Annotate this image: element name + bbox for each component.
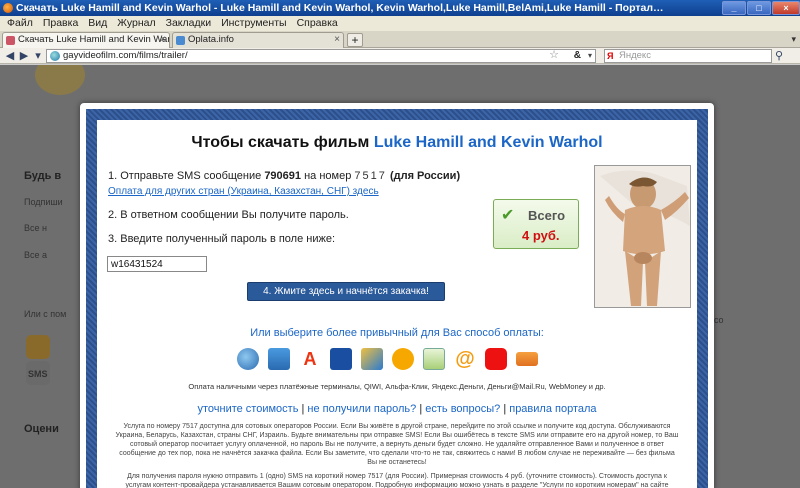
password-input[interactable] <box>107 256 207 272</box>
menu-help[interactable]: Справка <box>292 16 343 31</box>
sidebar-text: Или с пом <box>24 309 67 319</box>
favicon-icon <box>176 36 185 45</box>
dropdown-icon[interactable]: ▾ <box>31 49 45 63</box>
site-identity-icon[interactable] <box>50 51 60 61</box>
close-button[interactable]: × <box>772 1 800 15</box>
sidebar-text: Подпиши <box>24 197 63 207</box>
tab-close-icon[interactable]: × <box>160 33 166 47</box>
link-rules[interactable]: правила портала <box>509 403 596 415</box>
download-button[interactable]: 4. Жмите здесь и начнётся закачка! <box>247 282 445 301</box>
window-controls: _ □ × <box>722 1 800 15</box>
window-title: Скачать Luke Hamill and Kevin Warhol - L… <box>16 2 666 14</box>
payment-modal: Чтобы скачать фильм Luke Hamill and Kevi… <box>80 103 714 488</box>
sms-code: 790691 <box>264 170 302 182</box>
ampersand-icon[interactable]: & <box>574 50 581 62</box>
mail-russia-icon[interactable] <box>330 348 352 370</box>
modal-content: Чтобы скачать фильм Luke Hamill and Kevi… <box>97 120 697 488</box>
alfa-icon[interactable]: А <box>299 348 321 370</box>
menu-tools[interactable]: Инструменты <box>216 16 291 31</box>
search-icon[interactable]: ⚲ <box>775 49 783 62</box>
film-title: Luke Hamill and Kevin Warhol <box>373 134 603 151</box>
menu-file[interactable]: Файл <box>2 16 38 31</box>
modal-title: Чтобы скачать фильм Luke Hamill and Kevi… <box>191 134 603 151</box>
step-1: 1. Отправьте SMS сообщение 790691 на ном… <box>108 170 461 182</box>
other-countries-link[interactable]: Оплата для других стран (Украина, Казахс… <box>108 186 379 197</box>
checkmark-icon: ✔ <box>501 207 515 224</box>
phone-icon[interactable] <box>268 348 290 370</box>
card-icon[interactable] <box>361 348 383 370</box>
favicon-icon <box>6 36 15 45</box>
fine-print-2: Для получения пароля нужно отправить 1 (… <box>125 473 669 488</box>
sidebar-heading: Будь в <box>24 170 62 182</box>
menu-bar: Файл Правка Вид Журнал Закладки Инструме… <box>0 16 800 31</box>
tab-list-icon[interactable]: ▾ <box>791 34 796 45</box>
short-number: 7517 <box>354 170 387 182</box>
help-links: уточните стоимость | не получили пароль?… <box>197 403 597 415</box>
ticket-icon[interactable] <box>516 352 538 366</box>
link-questions[interactable]: есть вопросы? <box>425 403 500 415</box>
globe-icon[interactable] <box>237 348 259 370</box>
bookmark-star-icon[interactable]: ☆ <box>549 49 559 61</box>
rss-icon[interactable] <box>26 335 50 359</box>
search-placeholder: Яндекс <box>619 50 651 61</box>
price-label: Всего <box>528 208 566 223</box>
sidebar-text: Все н <box>24 223 47 233</box>
sidebar-heading: Оцени <box>24 423 59 435</box>
url-dropdown-icon[interactable]: ▾ <box>588 50 592 62</box>
url-bar[interactable]: gayvideofilm.com/films/trailer/ ☆ & ▾ <box>46 49 596 63</box>
url-text: gayvideofilm.com/films/trailer/ <box>63 50 188 61</box>
window-titlebar: Скачать Luke Hamill and Kevin Warhol - L… <box>0 0 800 16</box>
at-icon[interactable]: @ <box>454 348 476 370</box>
link-no-password[interactable]: не получили пароль? <box>307 403 416 415</box>
logo-shape <box>35 65 85 95</box>
sms-label: SMS <box>28 369 48 379</box>
tab-label: Oplata.info <box>188 34 234 45</box>
tab-label: Скачать Luke Hamill and Kevin Warhol - .… <box>18 34 170 45</box>
new-tab-button[interactable]: + <box>347 33 363 47</box>
tab-close-icon[interactable]: × <box>334 33 340 47</box>
link-price[interactable]: уточните стоимость <box>197 403 298 415</box>
payment-caption: Оплата наличными через платёжные термина… <box>188 382 606 391</box>
tab-oplata[interactable]: Oplata.info × <box>172 32 344 48</box>
sidebar-text: Все а <box>24 250 48 260</box>
menu-edit[interactable]: Правка <box>38 16 83 31</box>
envelope-icon[interactable] <box>423 348 445 370</box>
menu-bookmarks[interactable]: Закладки <box>161 16 216 31</box>
film-photo <box>594 165 691 308</box>
minimize-button[interactable]: _ <box>722 1 746 15</box>
yandex-icon: Я <box>607 51 614 61</box>
mts-icon[interactable] <box>485 348 507 370</box>
maximize-button[interactable]: □ <box>747 1 771 15</box>
nav-bar: ◀ ▶ ▾ gayvideofilm.com/films/trailer/ ☆ … <box>0 48 800 64</box>
back-icon[interactable]: ◀ <box>3 49 17 63</box>
menu-view[interactable]: Вид <box>83 16 112 31</box>
tab-active[interactable]: Скачать Luke Hamill and Kevin Warhol - .… <box>2 32 170 48</box>
search-input[interactable]: Я Яндекс <box>604 49 772 63</box>
alt-payment-title: Или выберите более привычный для Вас спо… <box>250 327 544 339</box>
price-amount: 4 руб. <box>522 228 560 243</box>
step-2: 2. В ответном сообщении Вы получите паро… <box>108 209 349 221</box>
menu-history[interactable]: Журнал <box>112 16 160 31</box>
fine-print-1: Услуга по номеру 7517 доступна для сотов… <box>115 423 679 466</box>
step-3: 3. Введите полученный пароль в поле ниже… <box>108 233 336 245</box>
firefox-icon <box>3 3 13 13</box>
tab-bar: Скачать Luke Hamill and Kevin Warhol - .… <box>0 31 800 48</box>
forward-icon[interactable]: ▶ <box>17 49 31 63</box>
qiwi-icon[interactable] <box>392 348 414 370</box>
price-box: ✔ Всего 4 руб. <box>493 199 579 249</box>
payment-icons: А @ <box>237 348 557 374</box>
